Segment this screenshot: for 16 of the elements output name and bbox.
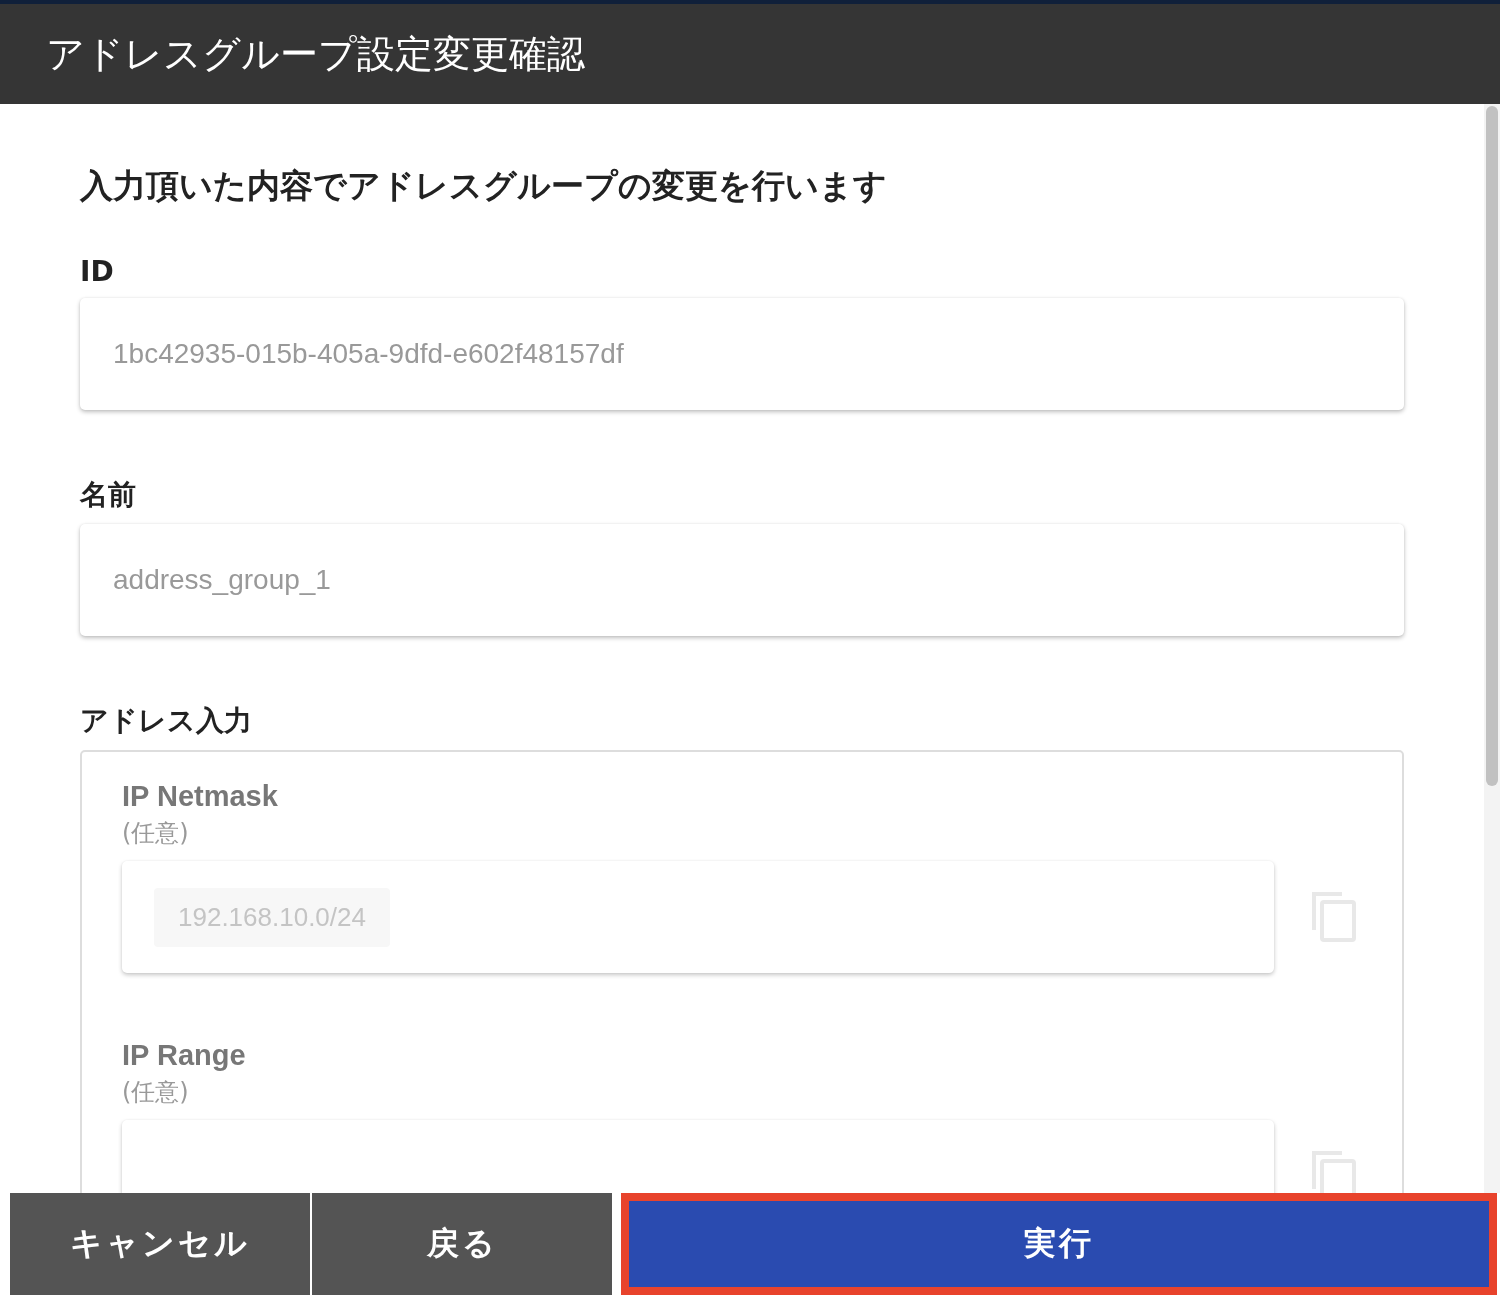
scrollbar[interactable] — [1484, 104, 1500, 1193]
group-label: IP Range — [122, 1039, 247, 1072]
readonly-field: 1bc42935-015b-405a-9dfd-e602f48157df — [80, 298, 1404, 410]
group-label: IP Netmask — [122, 780, 279, 813]
copy-icon[interactable] — [1310, 1149, 1358, 1193]
footer-button[interactable]: キャンセル — [10, 1193, 310, 1295]
footer-button[interactable]: 戻る — [312, 1193, 612, 1295]
window-title: アドレスグループ設定変更確認 — [46, 30, 585, 78]
field-label: ID — [80, 255, 115, 288]
optional-note: (任意) — [122, 818, 190, 849]
confirmation-message: 入力頂いた内容でアドレスグループの変更を行います — [80, 165, 888, 207]
readonly-field: address_group_1 — [80, 524, 1404, 636]
section-label: アドレス入力 — [80, 703, 253, 739]
optional-note: (任意) — [122, 1077, 190, 1108]
field-label: 名前 — [80, 477, 137, 513]
execute-button[interactable]: 実行 — [621, 1193, 1497, 1295]
